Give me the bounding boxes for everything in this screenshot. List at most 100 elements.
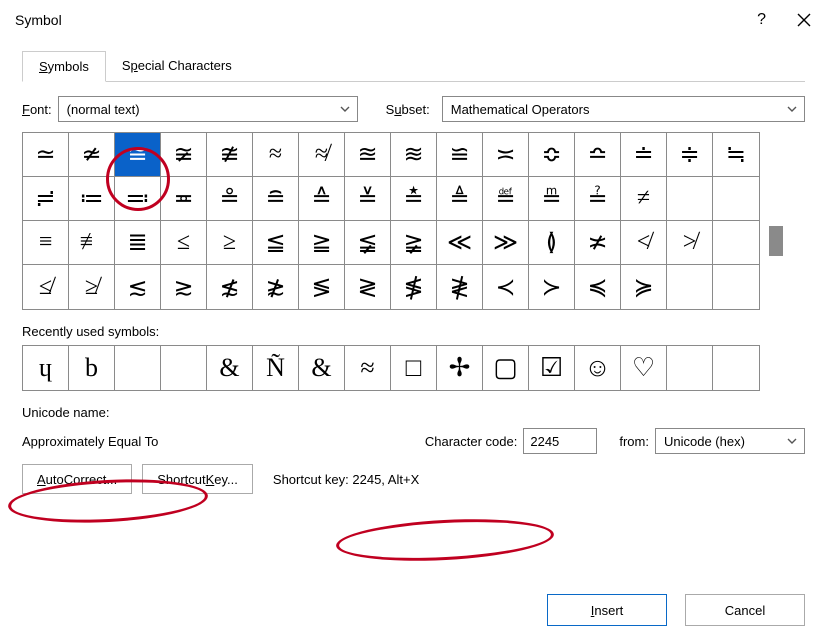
symbol-cell[interactable]: ≘ xyxy=(253,177,299,221)
symbol-cell[interactable]: ≰ xyxy=(23,265,69,309)
cancel-button[interactable]: Cancel xyxy=(685,594,805,626)
symbol-cell[interactable]: ≅ xyxy=(115,133,161,177)
recent-symbol-cell[interactable]: ✢ xyxy=(437,346,483,390)
symbol-cell[interactable]: ≑ xyxy=(667,133,713,177)
symbol-cell[interactable]: ≒ xyxy=(713,133,759,177)
symbol-cell[interactable]: ≖ xyxy=(161,177,207,221)
recent-symbol-cell[interactable]: ☺ xyxy=(575,346,621,390)
symbol-cell[interactable]: ≙ xyxy=(299,177,345,221)
symbol-cell[interactable]: ≬ xyxy=(529,221,575,265)
recent-symbol-cell[interactable]: ≈ xyxy=(345,346,391,390)
chevron-down-icon xyxy=(786,103,798,115)
help-icon[interactable]: ? xyxy=(757,11,766,29)
symbol-cell[interactable]: ≵ xyxy=(253,265,299,309)
symbol-cell[interactable]: ≧ xyxy=(299,221,345,265)
recent-symbol-cell[interactable]: ▢ xyxy=(483,346,529,390)
symbol-cell[interactable]: ≨ xyxy=(345,221,391,265)
recently-used-label: Recently used symbols: xyxy=(22,324,805,339)
recent-symbol-cell[interactable]: ♡ xyxy=(621,346,667,390)
font-combo[interactable]: (normal text) xyxy=(58,96,358,122)
symbol-cell[interactable]: ≼ xyxy=(575,265,621,309)
symbol-cell[interactable]: ≻ xyxy=(529,265,575,309)
grid-scrollbar[interactable] xyxy=(766,132,786,310)
symbol-cell[interactable]: ≳ xyxy=(161,265,207,309)
symbol-cell[interactable]: ≷ xyxy=(345,265,391,309)
symbol-cell[interactable]: ≎ xyxy=(529,133,575,177)
symbol-cell[interactable]: ≃ xyxy=(23,133,69,177)
from-combo[interactable]: Unicode (hex) xyxy=(655,428,805,454)
symbol-cell[interactable]: ≥ xyxy=(207,221,253,265)
symbol-cell[interactable]: ≝ xyxy=(483,177,529,221)
character-code-input[interactable]: 2245 xyxy=(523,428,597,454)
symbol-cell[interactable]: ≣ xyxy=(115,221,161,265)
symbol-cell[interactable]: ≫ xyxy=(483,221,529,265)
symbol-cell[interactable]: ≈ xyxy=(253,133,299,177)
unicode-name-label: Unicode name: xyxy=(22,405,805,420)
symbol-cell[interactable]: ≩ xyxy=(391,221,437,265)
symbol-cell[interactable]: ≦ xyxy=(253,221,299,265)
close-icon[interactable] xyxy=(796,12,812,28)
symbol-cell[interactable]: ≲ xyxy=(115,265,161,309)
symbol-cell[interactable]: ≛ xyxy=(391,177,437,221)
symbol-cell[interactable]: ≭ xyxy=(575,221,621,265)
recent-symbol-cell[interactable] xyxy=(115,346,161,390)
symbol-grid: ≃≄≅≆≇≈≉≊≋≌≍≎≏≐≑≒ ≓≔≕≖≗≘≙≚≛≜≝≞≟≠ ≡≢≣≤≥≦≧≨≩≪… xyxy=(22,132,760,310)
recent-symbol-cell[interactable] xyxy=(713,346,759,390)
recent-symbol-cell[interactable]: ɥ xyxy=(23,346,69,390)
scroll-thumb[interactable] xyxy=(769,226,783,256)
symbol-cell[interactable]: ≽ xyxy=(621,265,667,309)
symbol-cell[interactable]: ≍ xyxy=(483,133,529,177)
recent-symbol-cell[interactable]: & xyxy=(207,346,253,390)
shortcut-key-button[interactable]: Shortcut Key... xyxy=(142,464,253,494)
recent-symbol-cell[interactable] xyxy=(161,346,207,390)
tab-symbols[interactable]: Symbols xyxy=(22,51,106,82)
insert-button[interactable]: Insert xyxy=(547,594,667,626)
symbol-cell[interactable]: ≯ xyxy=(667,221,713,265)
symbol-cell[interactable]: ≜ xyxy=(437,177,483,221)
chevron-down-icon xyxy=(786,435,798,447)
symbol-cell[interactable]: ≪ xyxy=(437,221,483,265)
symbol-cell[interactable]: ≢ xyxy=(69,221,115,265)
symbol-cell[interactable]: ≌ xyxy=(437,133,483,177)
symbol-cell[interactable]: ≹ xyxy=(437,265,483,309)
symbol-cell[interactable]: ≔ xyxy=(69,177,115,221)
subset-combo[interactable]: Mathematical Operators xyxy=(442,96,805,122)
symbol-cell[interactable] xyxy=(713,221,759,265)
symbol-cell[interactable]: ≠ xyxy=(621,177,667,221)
symbol-cell[interactable]: ≺ xyxy=(483,265,529,309)
symbol-cell[interactable] xyxy=(713,265,759,309)
symbol-cell[interactable]: ≇ xyxy=(207,133,253,177)
symbol-cell[interactable]: ≞ xyxy=(529,177,575,221)
symbol-cell[interactable]: ≡ xyxy=(23,221,69,265)
recent-symbol-cell[interactable]: & xyxy=(299,346,345,390)
symbol-cell[interactable]: ≗ xyxy=(207,177,253,221)
symbol-cell[interactable]: ≊ xyxy=(345,133,391,177)
recent-symbol-cell[interactable]: ☑ xyxy=(529,346,575,390)
symbol-cell[interactable]: ≕ xyxy=(115,177,161,221)
symbol-cell[interactable]: ≮ xyxy=(621,221,667,265)
symbol-cell[interactable]: ≶ xyxy=(299,265,345,309)
recent-symbol-cell[interactable]: b xyxy=(69,346,115,390)
symbol-cell[interactable]: ≄ xyxy=(69,133,115,177)
symbol-cell[interactable]: ≐ xyxy=(621,133,667,177)
symbol-cell[interactable] xyxy=(713,177,759,221)
symbol-cell[interactable]: ≴ xyxy=(207,265,253,309)
subset-label: Subset: xyxy=(386,102,430,117)
symbol-cell[interactable]: ≓ xyxy=(23,177,69,221)
recent-symbol-cell[interactable]: □ xyxy=(391,346,437,390)
symbol-cell[interactable]: ≚ xyxy=(345,177,391,221)
recent-symbol-cell[interactable] xyxy=(667,346,713,390)
symbol-cell[interactable]: ≏ xyxy=(575,133,621,177)
symbol-cell[interactable]: ≉ xyxy=(299,133,345,177)
autocorrect-button[interactable]: AutoCorrect... xyxy=(22,464,132,494)
recent-symbol-cell[interactable]: Ñ xyxy=(253,346,299,390)
symbol-cell[interactable]: ≸ xyxy=(391,265,437,309)
tab-special-characters[interactable]: Special Characters xyxy=(106,51,248,82)
symbol-cell[interactable]: ≟ xyxy=(575,177,621,221)
symbol-cell[interactable] xyxy=(667,265,713,309)
symbol-cell[interactable]: ≱ xyxy=(69,265,115,309)
symbol-cell[interactable]: ≤ xyxy=(161,221,207,265)
symbol-cell[interactable] xyxy=(667,177,713,221)
symbol-cell[interactable]: ≋ xyxy=(391,133,437,177)
symbol-cell[interactable]: ≆ xyxy=(161,133,207,177)
